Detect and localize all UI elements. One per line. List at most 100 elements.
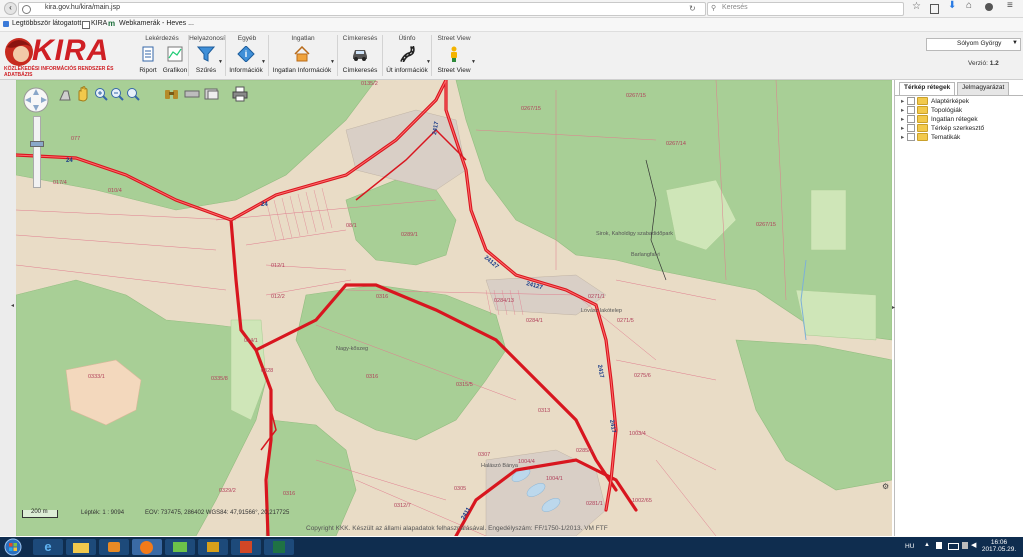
print-icon[interactable] (232, 86, 248, 102)
user-select[interactable]: Sólyom György ▼ (926, 38, 1021, 51)
dropdown-arrow-icon[interactable]: ▼ (471, 59, 476, 65)
browser-search-input[interactable]: ⚲ Keresés (707, 2, 904, 16)
folder-icon (917, 97, 928, 106)
info-diamond-icon: i (237, 46, 255, 62)
menu-icon[interactable]: ≡ (1007, 0, 1013, 11)
tab-map-layers[interactable]: Térkép rétegek (899, 82, 956, 96)
bookmark-kira[interactable]: KIRA (91, 20, 107, 27)
home-icon[interactable]: ⌂ (966, 0, 972, 11)
folder-icon (917, 124, 928, 133)
back-icon[interactable]: ‹ (4, 2, 17, 15)
chart-button[interactable]: Grafikon (162, 45, 188, 75)
filter-icon (197, 46, 215, 62)
network-icon[interactable] (962, 542, 968, 549)
left-collapse-strip[interactable]: ◂ (0, 80, 17, 536)
logo-subtitle: KÖZLEKEDÉSI INFORMÁCIÓS RENDSZER ÉS ADAT… (4, 66, 114, 78)
dropdown-arrow-icon[interactable]: ▼ (330, 59, 335, 65)
pin-tool-icon[interactable] (58, 88, 72, 102)
info-button[interactable]: i Információk ▼ (228, 45, 266, 75)
zoom-slider[interactable] (33, 116, 41, 188)
excel-icon[interactable] (264, 539, 294, 555)
tray-arrow-icon[interactable]: ▲ (924, 542, 930, 548)
group-utinfo: Útinfo Út információk ▼ (383, 35, 432, 76)
chat-icon[interactable] (985, 3, 993, 11)
pan-compass-icon[interactable] (22, 86, 50, 114)
bookmarks-bar: Legtöbbször látogatott KIRA m Webkamerák… (0, 18, 1023, 32)
parcel-label: 0316 (366, 374, 378, 380)
filter-button[interactable]: Szűrés ▼ (191, 45, 223, 75)
maps-app-icon[interactable] (165, 539, 195, 555)
browser-toolbar: ‹ kira.gov.hu/kira/main.jsp ↻ ⚲ Keresés … (0, 0, 1023, 18)
parcel-label: 0267/15 (756, 222, 776, 228)
binoculars-icon[interactable] (164, 87, 180, 101)
property-info-label: Ingatlan Információk (272, 67, 332, 74)
zoom-in-icon[interactable] (94, 87, 108, 101)
download-icon[interactable]: ⬇ (948, 0, 956, 11)
tree-item-topologies[interactable]: ▸ Topológiák (901, 106, 962, 115)
parcel-label: 0275/6 (634, 373, 651, 379)
powerpoint-icon[interactable] (231, 539, 261, 555)
parcel-label: 0328 (261, 368, 273, 374)
group-title: Címkeresés (342, 35, 378, 42)
tab-legend[interactable]: Jelmagyarázat (957, 82, 1010, 96)
folder-icon (917, 106, 928, 115)
hand-pan-icon[interactable] (76, 86, 90, 102)
dropdown-arrow-icon[interactable]: ▼ (426, 59, 431, 65)
zoom-extent-icon[interactable] (126, 87, 140, 101)
dropdown-arrow-icon[interactable]: ▼ (261, 59, 266, 65)
layers-tool-icon[interactable] (204, 87, 220, 101)
street-view-button[interactable]: Street View ▼ (434, 45, 476, 75)
parcel-label: 0284/1 (526, 318, 543, 324)
url-bar[interactable]: kira.gov.hu/kira/main.jsp ↻ (18, 2, 706, 16)
measure-icon[interactable] (184, 87, 200, 101)
bookmark-most-visited[interactable]: Legtöbbször látogatott (12, 20, 81, 27)
tree-item-base-maps[interactable]: ▸ Alaptérképek (901, 97, 969, 106)
property-info-button[interactable]: Ingatlan Információk ▼ (271, 45, 335, 75)
map-canvas[interactable]: 0267/15 0267/14 0267/15 0271/1 0275/6 03… (16, 80, 892, 536)
clock-date: 2017.05.29. (981, 546, 1017, 553)
zoom-out-icon[interactable] (110, 87, 124, 101)
tree-item-map-editor[interactable]: ▸ Térkép szerkesztő (901, 124, 984, 133)
folder-icon (917, 133, 928, 142)
volume-icon[interactable]: ◀ (971, 541, 976, 549)
site-info-icon[interactable] (22, 5, 31, 14)
outlook-icon[interactable] (198, 539, 228, 555)
checkbox[interactable] (907, 115, 915, 124)
flag-icon[interactable] (936, 542, 942, 549)
checkbox[interactable] (907, 97, 915, 106)
ie-icon[interactable]: e (33, 539, 63, 555)
zoom-slider-handle[interactable] (30, 141, 44, 147)
map-settings-icon[interactable]: ⚙ (882, 482, 889, 491)
collapse-arrow-icon[interactable]: ◂ (11, 302, 14, 309)
parcel-label: 0281/1 (586, 501, 603, 507)
bookmark-star-icon[interactable]: ☆ (912, 1, 921, 12)
file-explorer-icon[interactable] (66, 539, 96, 555)
start-icon[interactable] (4, 538, 22, 556)
address-search-button[interactable]: Címkeresés (340, 45, 380, 75)
system-clock[interactable]: 16:06 2017.05.29. (978, 539, 1020, 553)
version-value: 1.2 (989, 60, 999, 67)
parcel-label: 0305 (454, 486, 466, 492)
media-player-icon[interactable] (99, 539, 129, 555)
road-info-button[interactable]: Út információk ▼ (385, 45, 431, 75)
checkbox[interactable] (907, 124, 915, 133)
group-title: Lekérdezés (145, 35, 179, 42)
firefox-icon[interactable] (132, 539, 162, 555)
bookmark-webcams[interactable]: Webkamerák - Heves ... (119, 20, 194, 27)
tree-item-label: Alaptérképek (931, 98, 969, 105)
battery-icon[interactable] (948, 543, 959, 550)
checkbox[interactable] (907, 133, 915, 142)
map-view[interactable]: 0267/15 0267/14 0267/15 0271/1 0275/6 03… (16, 80, 892, 536)
checkbox[interactable] (907, 106, 915, 115)
parcel-label: 1004/1 (546, 476, 563, 482)
report-button[interactable]: Riport (136, 45, 160, 75)
language-indicator[interactable]: HU (905, 543, 914, 550)
tree-item-property-layers[interactable]: ▸ Ingatlan rétegek (901, 115, 978, 124)
tree-item-themes[interactable]: ▸ Tematikák (901, 133, 960, 142)
collapse-arrow-icon[interactable]: ▸ (892, 304, 895, 311)
version-label: Verzió: (968, 60, 988, 67)
dropdown-arrow-icon[interactable]: ▼ (218, 59, 223, 65)
reload-icon[interactable]: ↻ (689, 4, 696, 13)
reading-list-icon[interactable] (930, 4, 939, 14)
logo-text: KIRA (32, 34, 110, 67)
